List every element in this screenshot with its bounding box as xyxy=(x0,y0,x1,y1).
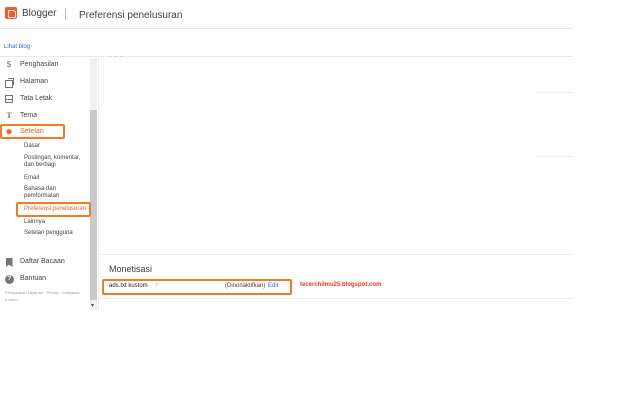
blogger-logo-icon[interactable] xyxy=(5,7,17,19)
page-title: Preferensi penelusuran xyxy=(79,10,183,21)
sidebar-item-label: Halaman xyxy=(20,78,49,85)
bookmark-icon xyxy=(5,257,13,267)
sidebar-item-label: Tema xyxy=(20,112,38,119)
main-content: · · · Monetisasi ads.txt kustom ? (Dinon… xyxy=(98,54,574,310)
footer-links[interactable]: Persyaratan Layanan · Privasi · Kebijaka… xyxy=(5,289,89,303)
sidebar-scrollbar-thumb[interactable] xyxy=(90,110,97,300)
settings-sub-user-settings[interactable]: Setelan pengguna xyxy=(24,230,90,237)
view-blog-link[interactable]: Lihat blog xyxy=(4,44,30,50)
theme-icon: T xyxy=(6,111,12,120)
settings-sub-other[interactable]: Lainnya xyxy=(24,219,90,226)
sidebar-item-label: Tata Letak xyxy=(20,95,53,102)
sidebar-item-earnings[interactable]: $ Penghasilan xyxy=(0,59,90,73)
watermark-text: tecerchilmu25.blogspot.com xyxy=(300,282,382,288)
header-divider xyxy=(65,8,66,20)
sidebar-item-label: Daftar Bacaan xyxy=(20,258,65,265)
settings-sub-basic[interactable]: Dasar xyxy=(24,143,90,150)
sidebar-item-reading-list[interactable]: Daftar Bacaan xyxy=(0,256,90,270)
sidebar-item-pages[interactable]: Halaman xyxy=(0,76,90,90)
sidebar-item-label: Bantuan xyxy=(20,275,47,282)
sidebar-item-theme[interactable]: T Tema xyxy=(0,110,90,124)
divider xyxy=(537,156,573,157)
help-icon: ? xyxy=(5,274,14,284)
highlight-custom-ads-txt xyxy=(102,279,292,295)
pages-icon xyxy=(5,77,14,88)
scroll-down-arrow-icon[interactable]: ▾ xyxy=(91,302,94,309)
dollar-icon: $ xyxy=(6,60,12,69)
section-title-monetization: Monetisasi xyxy=(109,264,153,274)
divider xyxy=(99,254,574,255)
divider xyxy=(537,92,573,93)
sidebar-item-layout[interactable]: Tata Letak xyxy=(0,93,90,107)
clipped-text: · · · xyxy=(109,54,124,60)
top-header: Blogger Preferensi penelusuran xyxy=(0,0,573,29)
layout-icon xyxy=(5,94,13,104)
blogger-app: Blogger Preferensi penelusuran Lihat blo… xyxy=(0,0,574,310)
brand-name[interactable]: Blogger xyxy=(22,8,56,19)
sidebar: $ Penghasilan Halaman Tata Letak T Tema … xyxy=(0,58,98,310)
sidebar-item-help[interactable]: ? Bantuan xyxy=(0,273,90,287)
highlight-search-preferences xyxy=(16,202,91,217)
settings-sub-email[interactable]: Email xyxy=(24,175,90,182)
secondary-bar: Lihat blog xyxy=(0,29,573,57)
settings-sub-posts-comments[interactable]: Postingan, komentar, dan berbagi xyxy=(24,155,90,169)
highlight-settings xyxy=(0,124,65,139)
sidebar-item-label: Penghasilan xyxy=(20,61,59,68)
divider xyxy=(99,298,574,299)
settings-sub-language[interactable]: Bahasa dan pemformatan xyxy=(24,186,90,200)
